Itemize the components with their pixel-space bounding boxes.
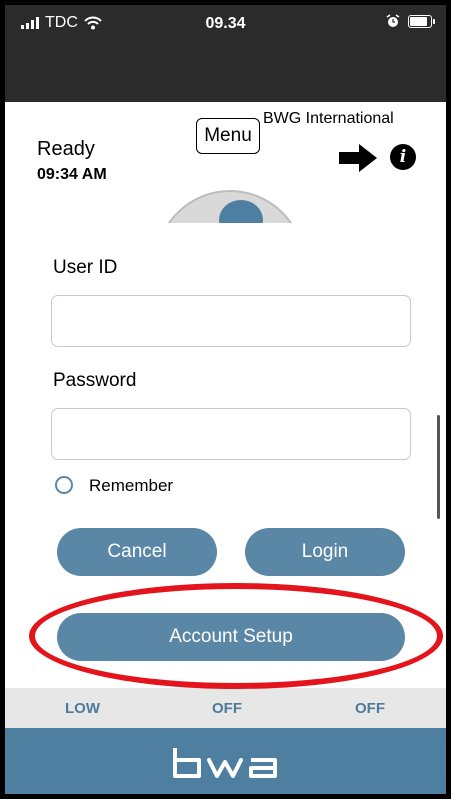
brand-name: BWG International — [263, 110, 394, 127]
user-id-label: User ID — [53, 257, 118, 278]
login-button[interactable]: Login — [245, 528, 405, 576]
alarm-icon — [386, 14, 400, 27]
password-field[interactable] — [51, 408, 411, 460]
current-time: 09:34 AM — [37, 166, 107, 183]
footer — [5, 728, 446, 794]
bwa-logo — [5, 748, 446, 785]
menu-button[interactable]: Menu — [196, 118, 260, 154]
ready-status: Ready — [37, 138, 95, 160]
info-icon[interactable]: i — [390, 144, 416, 170]
arrow-right-icon[interactable] — [337, 142, 379, 174]
user-id-field[interactable] — [51, 295, 411, 347]
battery-icon — [408, 14, 435, 28]
cancel-button[interactable]: Cancel — [57, 528, 217, 576]
status-bar: TDC 09.34 — [5, 5, 446, 102]
password-label: Password — [53, 370, 137, 391]
equipment-status-row: LOW OFF OFF — [5, 688, 446, 728]
status-time: 09.34 — [205, 15, 246, 32]
highlight-ellipse — [29, 583, 443, 689]
status-off-middle: OFF — [212, 700, 242, 717]
remember-radio[interactable] — [55, 476, 73, 494]
phone-screen: TDC 09.34 Ready 09:34 AM Menu BWG Intern… — [0, 0, 451, 799]
scrollbar[interactable] — [437, 415, 440, 519]
status-icons — [386, 14, 435, 28]
status-off-right: OFF — [355, 700, 385, 717]
remember-label[interactable]: Remember — [89, 476, 173, 496]
status-low: LOW — [65, 700, 100, 717]
